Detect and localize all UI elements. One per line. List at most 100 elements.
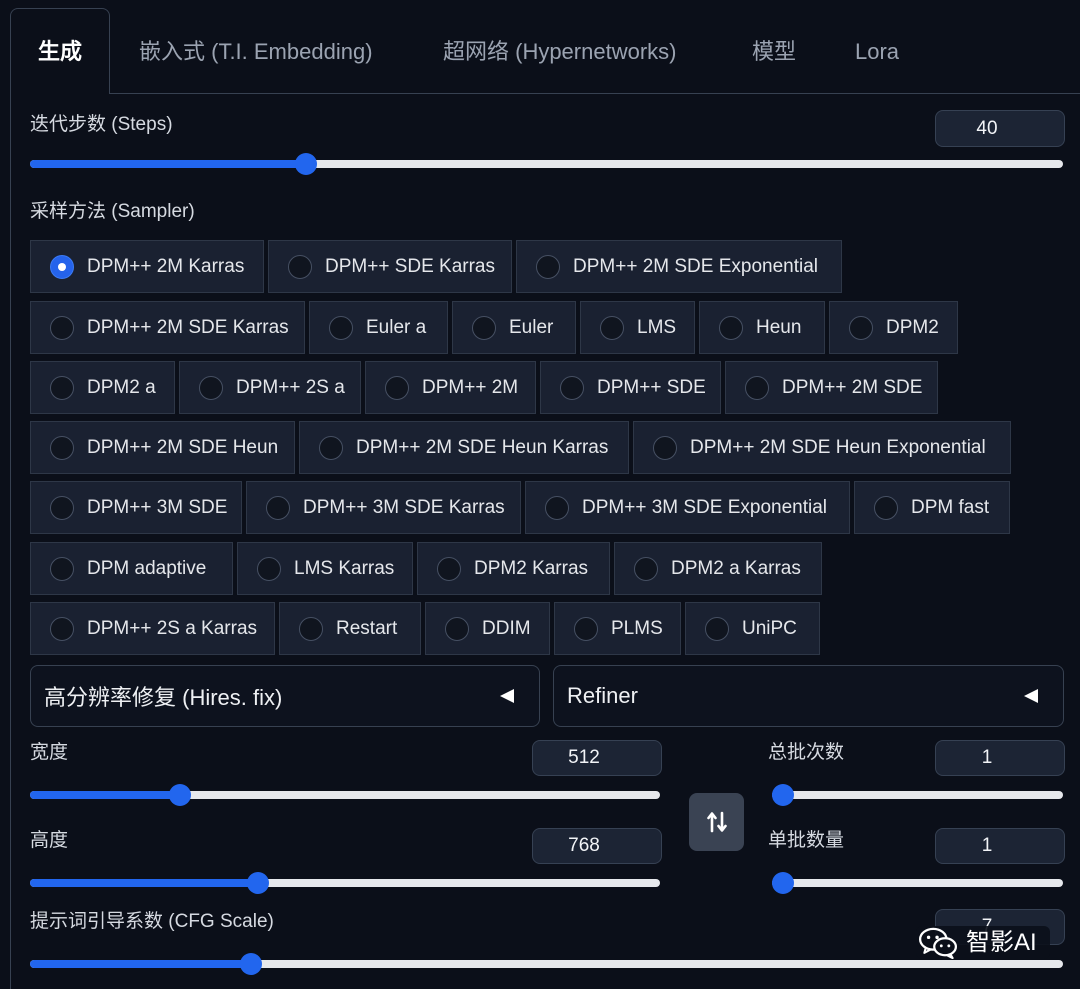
radio-circle[interactable] (545, 495, 569, 520)
hires-fix-accordion[interactable]: 高分辨率修复 (Hires. fix) (30, 665, 540, 727)
sampler-option[interactable]: DPM++ 2M SDE Karras (30, 301, 305, 354)
radio-circle[interactable] (50, 315, 74, 340)
radio-circle[interactable] (874, 495, 898, 520)
sampler-option[interactable]: DPM++ 2M SDE (725, 361, 938, 414)
sampler-option[interactable]: DPM2 a (30, 361, 175, 414)
radio-circle[interactable] (50, 435, 74, 460)
sampler-option[interactable]: DPM++ 3M SDE Exponential (525, 481, 850, 534)
radio-circle[interactable] (536, 254, 560, 279)
slider-thumb[interactable] (240, 953, 263, 975)
tab-embedding[interactable]: 嵌入式 (T.I. Embedding) (139, 37, 373, 67)
radio-circle[interactable] (437, 556, 461, 581)
steps-slider[interactable] (30, 153, 1063, 175)
sampler-option[interactable]: DPM++ 2S a (179, 361, 361, 414)
sampler-option[interactable]: DPM++ SDE (540, 361, 721, 414)
sampler-option[interactable]: DPM++ 2M SDE Exponential (516, 240, 842, 293)
radio-circle[interactable] (385, 375, 409, 400)
slider-thumb[interactable] (294, 153, 317, 175)
batch-size-slider[interactable] (772, 872, 1063, 894)
sampler-row: DPM++ 2M Karras DPM++ SDE Karras DPM++ 2… (30, 240, 842, 293)
hires-fix-label: 高分辨率修复 (Hires. fix) (44, 685, 283, 710)
sampler-option[interactable]: PLMS (554, 602, 681, 655)
radio-circle[interactable] (705, 616, 729, 641)
sampler-option-label: DPM++ 2M SDE Karras (87, 316, 289, 338)
sampler-option[interactable]: LMS Karras (237, 542, 413, 595)
tab-model[interactable]: 模型 (752, 37, 796, 67)
sampler-option-label: DPM++ 2M SDE Exponential (573, 255, 819, 277)
sampler-option-label: DPM++ 2M SDE (782, 376, 923, 398)
radio-circle[interactable] (745, 375, 769, 400)
sampler-option[interactable]: DPM++ SDE Karras (268, 240, 512, 293)
radio-circle[interactable] (50, 254, 74, 279)
radio-circle[interactable] (574, 616, 598, 641)
watermark: 智影AI (916, 926, 1050, 959)
sampler-option[interactable]: DPM++ 2S a Karras (30, 602, 275, 655)
sampler-option[interactable]: UniPC (685, 602, 820, 655)
sampler-label: 采样方法 (Sampler) (30, 201, 195, 222)
slider-thumb[interactable] (247, 872, 270, 894)
radio-circle[interactable] (50, 375, 74, 400)
sampler-option[interactable]: DPM++ 2M SDE Heun Exponential (633, 421, 1011, 474)
sampler-option[interactable]: DPM2 (829, 301, 958, 354)
height-input[interactable] (532, 828, 662, 864)
radio-circle[interactable] (719, 315, 743, 340)
sampler-option[interactable]: DPM2 a Karras (614, 542, 822, 595)
radio-circle[interactable] (560, 375, 584, 400)
radio-circle[interactable] (50, 556, 74, 581)
tab-generate[interactable]: 生成 (10, 8, 110, 94)
sampler-option[interactable]: DPM adaptive (30, 542, 233, 595)
sampler-option[interactable]: DPM++ 2M SDE Heun Karras (299, 421, 629, 474)
slider-track (772, 791, 1063, 799)
sampler-option[interactable]: DPM fast (854, 481, 1010, 534)
radio-circle[interactable] (50, 495, 74, 520)
radio-circle[interactable] (472, 315, 496, 340)
watermark-text: 智影AI (966, 928, 1037, 956)
sampler-option[interactable]: DPM++ 2M Karras (30, 240, 264, 293)
sampler-option[interactable]: DDIM (425, 602, 550, 655)
sampler-option[interactable]: Euler (452, 301, 576, 354)
radio-circle[interactable] (50, 616, 74, 641)
radio-circle[interactable] (849, 315, 873, 340)
radio-circle[interactable] (288, 254, 312, 279)
wechat-icon (918, 927, 958, 959)
sampler-option[interactable]: Heun (699, 301, 825, 354)
radio-circle[interactable] (299, 616, 323, 641)
sampler-option[interactable]: DPM2 Karras (417, 542, 610, 595)
sampler-option-label: PLMS (611, 617, 663, 639)
sampler-option[interactable]: DPM++ 3M SDE Karras (246, 481, 521, 534)
batch-count-input[interactable] (935, 740, 1065, 776)
radio-circle[interactable] (319, 435, 343, 460)
sampler-option-label: DPM++ SDE (597, 376, 706, 398)
sampler-option-label: DPM++ 2M SDE Heun (87, 436, 279, 458)
sampler-option[interactable]: DPM++ 2M (365, 361, 536, 414)
width-slider[interactable] (30, 784, 660, 806)
radio-circle[interactable] (634, 556, 658, 581)
cfg-scale-slider[interactable] (30, 953, 1063, 975)
height-slider[interactable] (30, 872, 660, 894)
batch-size-input[interactable] (935, 828, 1065, 864)
steps-input[interactable] (935, 110, 1065, 147)
radio-circle[interactable] (199, 375, 223, 400)
refiner-accordion[interactable]: Refiner (553, 665, 1064, 727)
slider-thumb[interactable] (772, 872, 794, 894)
slider-thumb[interactable] (772, 784, 794, 806)
radio-circle[interactable] (329, 315, 353, 340)
sampler-option[interactable]: DPM++ 3M SDE (30, 481, 242, 534)
slider-thumb[interactable] (169, 784, 192, 806)
width-input[interactable] (532, 740, 662, 776)
sampler-option-label: DPM++ 3M SDE (87, 496, 228, 518)
sampler-option[interactable]: DPM++ 2M SDE Heun (30, 421, 295, 474)
swap-dimensions-button[interactable] (689, 793, 744, 851)
radio-circle[interactable] (266, 495, 290, 520)
radio-circle[interactable] (445, 616, 469, 641)
batch-count-slider[interactable] (772, 784, 1063, 806)
sampler-option[interactable]: Euler a (309, 301, 448, 354)
tab-hypernetworks[interactable]: 超网络 (Hypernetworks) (443, 37, 676, 67)
radio-circle[interactable] (257, 556, 281, 581)
radio-circle[interactable] (600, 315, 624, 340)
tab-lora[interactable]: Lora (855, 37, 899, 67)
sampler-option[interactable]: Restart (279, 602, 421, 655)
height-label: 高度 (30, 830, 69, 851)
radio-circle[interactable] (653, 435, 677, 460)
sampler-option[interactable]: LMS (580, 301, 695, 354)
